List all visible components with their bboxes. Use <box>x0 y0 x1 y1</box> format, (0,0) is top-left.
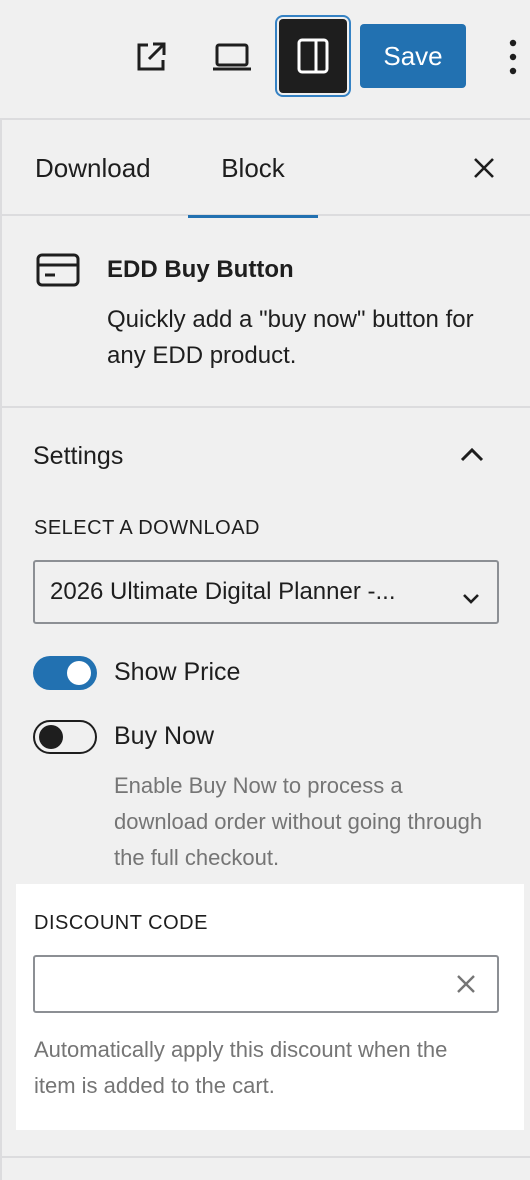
close-icon[interactable] <box>466 150 502 186</box>
credit-card-icon <box>35 252 83 292</box>
chevron-down-icon <box>461 584 483 604</box>
toggle-knob <box>67 661 91 685</box>
tab-download[interactable]: Download <box>35 120 151 216</box>
clear-icon[interactable] <box>455 973 477 995</box>
sidebar-toggle-icon[interactable] <box>279 19 347 93</box>
block-title: EDD Buy Button <box>107 256 294 283</box>
tab-block[interactable]: Block <box>188 120 318 218</box>
sidebar-tabs: Download Block <box>2 120 530 218</box>
chevron-up-icon[interactable] <box>460 446 490 470</box>
selected-download-value: 2026 Ultimate Digital Planner -... <box>50 578 396 605</box>
select-download-label: SELECT A DOWNLOAD <box>34 517 260 539</box>
discount-code-input[interactable] <box>33 955 499 1013</box>
show-price-label: Show Price <box>114 658 241 686</box>
external-link-icon[interactable] <box>128 34 174 80</box>
buy-now-help-text: Enable Buy Now to process a download ord… <box>114 773 483 870</box>
desktop-preview-icon[interactable] <box>206 34 258 80</box>
buy-now-toggle[interactable] <box>33 720 97 754</box>
top-toolbar: Save <box>0 0 530 120</box>
settings-title: Settings <box>33 442 124 470</box>
toggle-knob <box>39 725 63 749</box>
show-price-toggle[interactable] <box>33 656 97 690</box>
discount-help-text: Automatically apply this discount when t… <box>34 1037 448 1098</box>
more-options-icon[interactable] <box>498 30 528 84</box>
editor-page: Save Download Block EDD Buy Button Quick… <box>0 0 530 1180</box>
block-description: Quickly add a "buy now" button for any E… <box>107 306 474 369</box>
settings-panel-header[interactable]: Settings <box>0 428 528 488</box>
buy-now-label: Buy Now <box>114 722 215 750</box>
download-select[interactable]: 2026 Ultimate Digital Planner -... <box>33 560 499 624</box>
block-card: EDD Buy Button Quickly add a "buy now" b… <box>2 216 530 408</box>
panel-divider <box>0 1156 530 1158</box>
discount-code-label: DISCOUNT CODE <box>34 912 208 934</box>
save-button[interactable]: Save <box>360 24 466 88</box>
